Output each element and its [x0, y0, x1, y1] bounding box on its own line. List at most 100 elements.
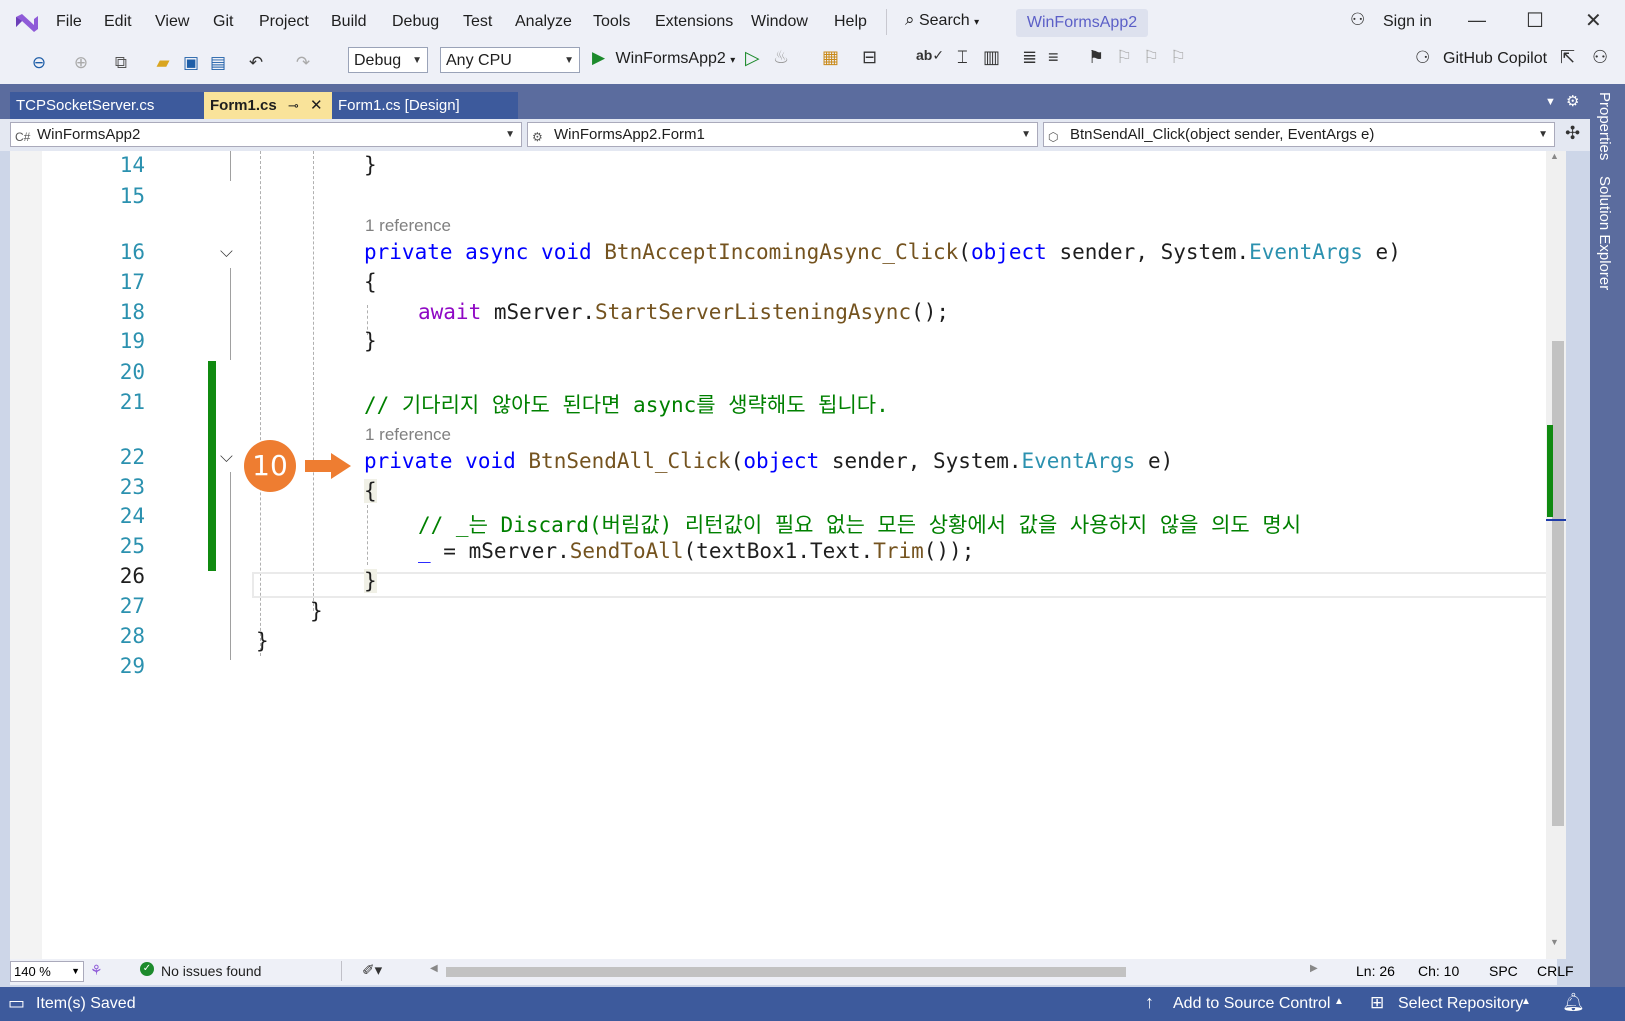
collapse-chevron-icon[interactable]: ⌵ — [220, 447, 233, 467]
platform-select[interactable]: Any CPU ▼ — [440, 47, 580, 73]
menu-edit[interactable]: Edit — [104, 13, 132, 31]
tab-overflow-icon[interactable]: ▼ — [1545, 96, 1556, 108]
bookmark-icon[interactable]: ⚑ — [1088, 47, 1104, 68]
menu-help[interactable]: Help — [834, 13, 867, 31]
pin-icon[interactable]: ⊸ — [288, 92, 299, 119]
undo-icon[interactable]: ↶ — [245, 52, 267, 74]
project-dropdown[interactable]: C# WinFormsApp2 ▼ — [10, 122, 522, 147]
code-cleanup-icon[interactable]: ✐▾ — [362, 961, 382, 979]
menu-build[interactable]: Build — [331, 13, 367, 31]
menu-debug[interactable]: Debug — [392, 13, 439, 31]
tab-tcpsocketserver[interactable]: TCPSocketServer.cs — [10, 92, 204, 119]
intellicode-icon[interactable]: ⚘ — [90, 962, 103, 979]
back-icon[interactable]: ⊖ — [28, 52, 50, 74]
next-bookmark-icon[interactable]: ⚐ — [1143, 47, 1159, 68]
zoom-select[interactable]: 140 % ▼ — [10, 961, 84, 982]
redo-icon[interactable]: ↷ — [292, 52, 314, 74]
keyword: object — [970, 240, 1047, 264]
codelens-reference[interactable]: 1 reference — [365, 216, 451, 236]
configuration-select[interactable]: Debug ▼ — [348, 47, 428, 73]
menu-analyze[interactable]: Analyze — [515, 13, 572, 31]
class-dropdown[interactable]: ⚙ WinFormsApp2.Form1 ▼ — [527, 122, 1038, 147]
outdent-icon[interactable]: ≡ — [1048, 47, 1059, 68]
scroll-right-icon[interactable]: ▶ — [1310, 963, 1318, 974]
tab-form1-design[interactable]: Form1.cs [Design] — [332, 92, 518, 119]
repository-icon: ⊞ — [1370, 993, 1385, 1012]
solution-explorer-icon[interactable]: ▦ — [822, 47, 839, 68]
settings-gear-icon[interactable]: ⚙ — [1566, 92, 1579, 110]
split-editor-icon[interactable]: ✣ — [1565, 123, 1580, 144]
menu-test[interactable]: Test — [463, 13, 492, 31]
close-tab-icon[interactable]: ✕ — [310, 92, 323, 119]
codelens-reference[interactable]: 1 reference — [365, 425, 451, 445]
output-icon[interactable]: ▭ — [8, 993, 25, 1014]
line-number: 27 — [119, 594, 145, 618]
indent-icon[interactable]: ≣ — [1022, 47, 1037, 68]
tab-form1-cs[interactable]: Form1.cs ⊸ ✕ — [204, 92, 332, 119]
prev-bookmark-icon[interactable]: ⚐ — [1116, 47, 1132, 68]
glyph-margin[interactable] — [10, 151, 42, 959]
clear-bookmarks-icon[interactable]: ⚐ — [1170, 47, 1186, 68]
properties-tab[interactable]: Properties — [1596, 92, 1613, 160]
chevron-down-icon: ▼ — [412, 55, 422, 66]
column-indicator[interactable]: Ch: 10 — [1418, 963, 1459, 979]
line-number: 24 — [119, 504, 145, 528]
line-indicator[interactable]: Ln: 26 — [1356, 963, 1395, 979]
whitespace-indicator[interactable]: SPC — [1489, 963, 1518, 979]
type-name: EventArgs — [1021, 449, 1136, 473]
code-line-23: { — [364, 479, 377, 503]
start-debug-button[interactable]: ▶ WinFormsApp2 ▾ — [592, 48, 735, 68]
close-icon[interactable]: ✕ — [1585, 8, 1602, 33]
scroll-thumb[interactable] — [1552, 341, 1564, 826]
save-icon[interactable]: ▣ — [180, 52, 202, 74]
uncomment-icon[interactable]: ▥ — [983, 47, 1000, 68]
menu-project[interactable]: Project — [259, 13, 309, 31]
member-dropdown[interactable]: ⬡ BtnSendAll_Click(object sender, EventAr… — [1043, 122, 1555, 147]
menu-view[interactable]: View — [155, 13, 189, 31]
method-name: BtnAcceptIncomingAsync_Click — [604, 240, 959, 264]
toolbox-icon[interactable]: ⊟ — [862, 47, 877, 68]
menu-tools[interactable]: Tools — [593, 13, 630, 31]
forward-icon[interactable]: ⊕ — [70, 52, 92, 74]
collapse-chevron-icon[interactable]: ⌵ — [220, 242, 233, 262]
open-folder-icon[interactable]: ▰ — [152, 52, 174, 74]
code-text: = mServer. — [430, 539, 570, 563]
horizontal-scroll-thumb[interactable] — [446, 967, 1126, 977]
copilot-icon: ⚆ — [1415, 48, 1431, 67]
issues-status[interactable]: No issues found — [161, 963, 261, 979]
visual-studio-logo-icon[interactable] — [14, 9, 40, 35]
menu-file[interactable]: File — [56, 13, 82, 31]
menu-window[interactable]: Window — [751, 13, 808, 31]
chevron-down-icon: ▼ — [505, 129, 515, 140]
notifications-bell-icon[interactable]: 🔔︎ — [1562, 992, 1585, 1013]
play-icon: ▶ — [592, 48, 606, 67]
scroll-left-icon[interactable]: ◀ — [430, 963, 438, 974]
add-to-source-control-button[interactable]: Add to Source Control — [1173, 995, 1330, 1013]
scroll-up-icon[interactable]: ▲ — [1550, 151, 1559, 161]
comment-icon[interactable]: ⌶ — [957, 47, 968, 68]
select-repository-button[interactable]: Select Repository — [1398, 995, 1523, 1013]
search-button[interactable]: ⌕ Search ▾ — [905, 10, 979, 30]
menu-git[interactable]: Git — [213, 13, 233, 31]
new-project-icon[interactable]: ⧉ — [110, 52, 132, 74]
hot-reload-icon[interactable]: ♨ — [773, 47, 789, 68]
line-ending-indicator[interactable]: CRLF — [1537, 963, 1574, 979]
maximize-icon[interactable]: ☐ — [1526, 8, 1544, 33]
menu-extensions[interactable]: Extensions — [655, 13, 733, 31]
minimize-icon[interactable]: — — [1468, 10, 1486, 31]
solution-explorer-tab[interactable]: Solution Explorer — [1596, 176, 1613, 290]
sign-in-link[interactable]: Sign in — [1383, 13, 1432, 31]
feedback-icon[interactable]: ⚇ — [1592, 47, 1608, 68]
solution-title: WinFormsApp2 — [1016, 9, 1148, 37]
class-value: WinFormsApp2.Form1 — [554, 126, 705, 143]
account-icon[interactable]: ⚇ — [1350, 10, 1365, 30]
github-copilot-button[interactable]: GitHub Copilot — [1443, 50, 1547, 68]
share-icon[interactable]: ⇱ — [1560, 47, 1575, 68]
keyword: private — [364, 449, 453, 473]
method-icon: ⬡ — [1048, 130, 1059, 144]
spell-check-icon[interactable]: ab✓ — [916, 47, 944, 64]
save-all-icon[interactable]: ▤ — [207, 52, 229, 74]
start-without-debugging-icon[interactable]: ▷ — [745, 47, 760, 70]
scroll-down-icon[interactable]: ▼ — [1550, 937, 1559, 947]
vertical-scrollbar[interactable]: ▲ ▼ — [1546, 151, 1566, 959]
